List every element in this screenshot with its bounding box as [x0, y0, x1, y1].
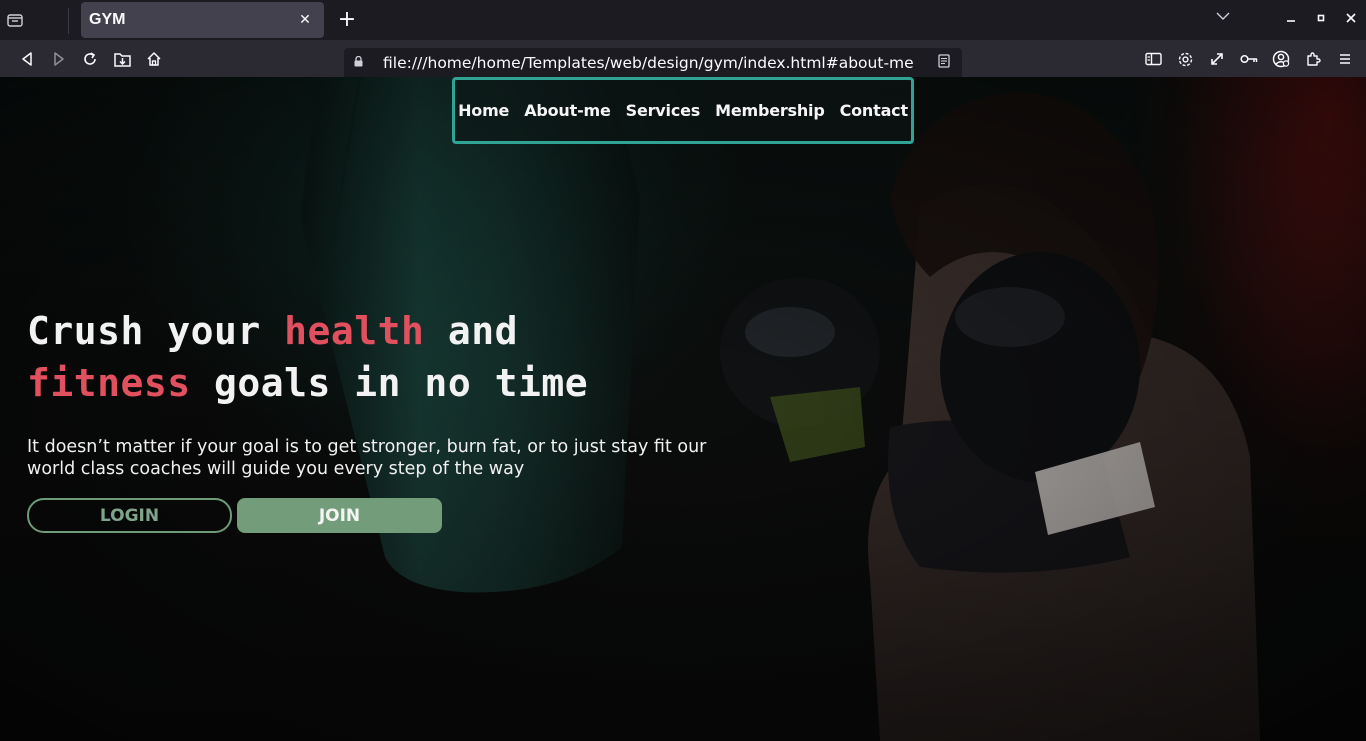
url-bar[interactable]: file:///home/home/Templates/web/design/g…	[344, 48, 962, 78]
passwords-key-icon[interactable]	[1238, 48, 1260, 70]
extensions-icon[interactable]	[1302, 48, 1324, 70]
lock-icon[interactable]	[354, 55, 368, 70]
settings-icon[interactable]	[1174, 48, 1196, 70]
hero-title-part: Crush your	[27, 309, 285, 353]
new-tab-button[interactable]: +	[335, 7, 359, 33]
tab-separator	[68, 8, 69, 34]
nav-link-contact[interactable]: Contact	[840, 101, 909, 120]
menu-icon[interactable]	[1334, 48, 1356, 70]
hero-title-accent-health: health	[284, 309, 425, 353]
maximize-icon[interactable]	[1311, 10, 1331, 30]
chevron-down-icon[interactable]	[1213, 10, 1233, 30]
hero-title-part: and	[424, 309, 518, 353]
close-window-icon[interactable]	[1341, 10, 1361, 30]
tab-list-icon[interactable]	[0, 0, 30, 40]
hero-subtitle: It doesn’t matter if your goal is to get…	[27, 437, 707, 479]
join-button[interactable]: JOIN	[237, 498, 442, 533]
active-tab[interactable]: GYM ✕	[81, 2, 324, 38]
hero-title-part: goals in no time	[190, 361, 589, 405]
save-page-icon[interactable]	[111, 48, 133, 70]
fullscreen-icon[interactable]	[1206, 48, 1228, 70]
nav-link-about-me[interactable]: About-me	[524, 101, 611, 120]
close-tab-icon[interactable]: ✕	[296, 12, 314, 28]
account-icon[interactable]	[1270, 48, 1292, 70]
hero-background-image	[0, 77, 1366, 741]
url-text[interactable]: file:///home/home/Templates/web/design/g…	[383, 54, 936, 72]
home-icon[interactable]	[143, 48, 165, 70]
reader-view-icon[interactable]	[936, 54, 952, 72]
hero-title: Crush your health and fitness goals in n…	[27, 305, 727, 409]
minimize-icon[interactable]	[1281, 10, 1301, 30]
back-icon[interactable]	[16, 48, 38, 70]
nav-link-membership[interactable]: Membership	[715, 101, 825, 120]
login-button[interactable]: LOGIN	[27, 498, 232, 533]
site-navigation: Home About-me Services Membership Contac…	[452, 77, 914, 144]
nav-link-services[interactable]: Services	[626, 101, 701, 120]
sidebar-icon[interactable]	[1142, 48, 1164, 70]
nav-link-home[interactable]: Home	[458, 101, 509, 120]
hero-title-accent-fitness: fitness	[27, 361, 191, 405]
page-viewport: Home About-me Services Membership Contac…	[0, 77, 1366, 741]
tab-title: GYM	[89, 11, 126, 28]
tab-bar: GYM ✕ +	[0, 0, 1366, 40]
forward-icon[interactable]	[48, 48, 70, 70]
reload-icon[interactable]	[79, 48, 101, 70]
